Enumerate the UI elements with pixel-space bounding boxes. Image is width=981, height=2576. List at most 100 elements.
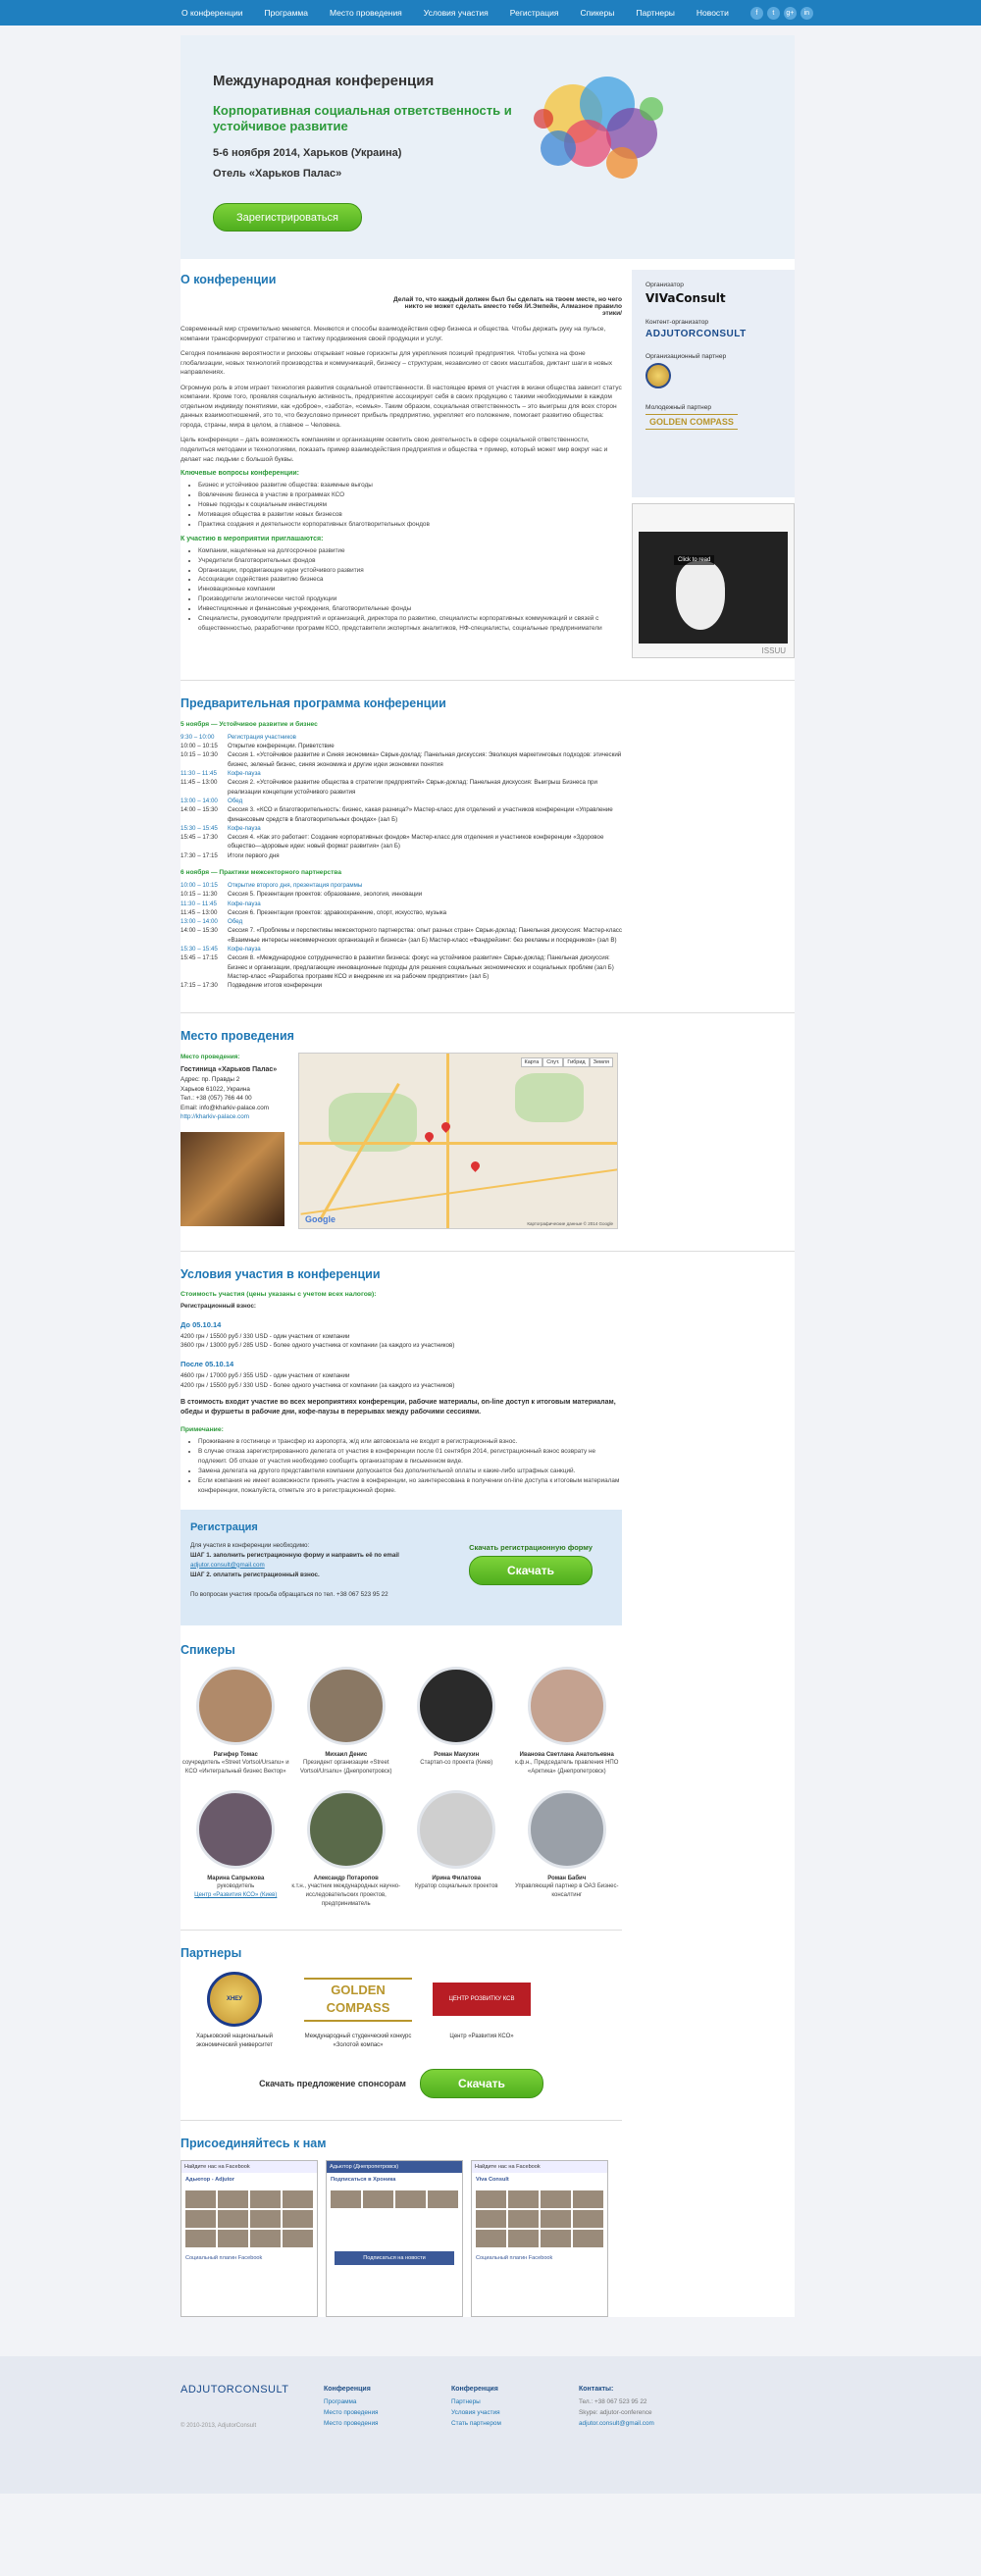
nav-registration[interactable]: Регистрация [510, 8, 559, 18]
nav-venue[interactable]: Место проведения [330, 8, 402, 18]
nav-news[interactable]: Новости [697, 8, 729, 18]
university-medal-logo[interactable] [645, 363, 671, 388]
google-map[interactable]: Карта Спут. Гибрид Земля Google Картогра… [298, 1052, 618, 1229]
program-time: 15:45 – 17:15 [181, 954, 218, 962]
program-time: 17:30 – 17:15 [181, 851, 218, 859]
nav-program[interactable]: Программа [264, 8, 308, 18]
issuu-embed[interactable]: Click to read ISSUU [632, 503, 795, 658]
map-pin-icon[interactable] [439, 1119, 452, 1133]
partner-item[interactable]: GOLDEN COMPASS Международный студенчески… [304, 1970, 412, 2049]
program-description: Сессия 3. «КСО и благотворительность: би… [228, 806, 613, 823]
footer-link[interactable]: Партнеры [451, 2397, 579, 2408]
venue-title: Место проведения [181, 1028, 294, 1043]
footer-col-title: Контакты: [579, 2386, 614, 2394]
register-button[interactable]: Зарегистрироваться [213, 203, 362, 232]
facebook-icon[interactable]: f [749, 6, 763, 20]
registration-line: Для участия в конференции необходимо: [190, 1541, 310, 1549]
google-plus-icon[interactable]: g+ [783, 6, 797, 20]
nav-partners[interactable]: Партнеры [636, 8, 675, 18]
click-to-read-label[interactable]: Click to read [674, 555, 715, 565]
nav-about[interactable]: О конференции [181, 8, 242, 18]
program-row: 10:00 – 10:15 Открытие конференции. Приве… [181, 742, 622, 750]
footer-link[interactable]: Условия участия [451, 2408, 579, 2419]
map-type-button[interactable]: Гибрид [563, 1056, 590, 1067]
footer-link[interactable]: Программа [324, 2397, 451, 2408]
map-type-button[interactable]: Карта [520, 1056, 543, 1067]
linkedin-icon[interactable]: in [800, 6, 813, 20]
speaker-photo [417, 1666, 496, 1745]
sponsor-text: Скачать предложение спонсорам [259, 2079, 406, 2089]
list-item: Производители экологически чистой продук… [198, 594, 622, 604]
footer-email-link[interactable]: adjutor.consult@gmail.com [579, 2419, 706, 2430]
venue-site-link[interactable]: http://kharkiv-palace.com [181, 1112, 284, 1121]
registration-email-link[interactable]: adjutor.consult@gmail.com [190, 1562, 265, 1569]
registration-step1: ШАГ 1. заполнить регистрационную форму и… [190, 1551, 399, 1559]
speaker-role: к.т.н., участник международных научно-ис… [291, 1883, 401, 1907]
fans-grid [181, 2187, 317, 2251]
speaker-photo [306, 1789, 386, 1869]
map-type-button[interactable]: Спут. [542, 1056, 564, 1067]
footer-link[interactable]: Место проведения [324, 2408, 451, 2419]
download-form-button[interactable]: Скачать [469, 1555, 593, 1585]
golden-compass-logo[interactable]: GOLDEN COMPASS [645, 414, 738, 430]
hero-date: 5-6 ноября 2014, Харьков (Украина) [213, 146, 402, 159]
speaker-photo [196, 1789, 276, 1869]
widget-footer[interactable]: Подписаться на новости [335, 2251, 454, 2266]
facebook-widget[interactable]: Найдите нас на Facebook Адьютор - Adjuto… [181, 2160, 318, 2318]
program-description: Подведение итогов конференции [228, 982, 323, 990]
list-item: Если компания не имеет возможности приня… [198, 1476, 622, 1496]
program-time: 13:00 – 14:00 [181, 918, 218, 926]
facebook-widget[interactable]: Найдите нас на Facebook Viva Consult Соц… [471, 2160, 608, 2318]
issuu-logo: ISSUU [761, 646, 786, 655]
fans-grid [472, 2187, 607, 2251]
map-pin-icon[interactable] [469, 1159, 482, 1172]
program-title: Предварительная программа конференции [181, 696, 446, 710]
nav-conditions[interactable]: Условия участия [424, 8, 489, 18]
program-time: 10:15 – 10:30 [181, 751, 218, 759]
venue-name: Гостиница «Харьков Палас» [181, 1065, 278, 1073]
adjutorconsult-logo[interactable]: ADJUTORCONSULT [645, 329, 781, 339]
footer-link[interactable]: Стать партнером [451, 2419, 579, 2430]
list-item: Специалисты, руководители предприятий и … [198, 614, 622, 634]
download-sponsor-button[interactable]: Скачать [419, 2069, 543, 2099]
about-paragraph: Современный мир стремительно меняется. М… [181, 326, 606, 342]
map-type-button[interactable]: Земля [589, 1056, 613, 1067]
speaker-name: Иванова Светлана Анатольевна [519, 1751, 614, 1758]
program-time: 10:00 – 10:15 [181, 743, 218, 750]
map-pin-icon[interactable] [423, 1129, 436, 1143]
university-logo: ХНЕУ [207, 1972, 262, 2028]
map-type-switcher: Карта Спут. Гибрид Земля [520, 1056, 613, 1067]
organizer-label: Организатор [645, 282, 684, 288]
speaker-name: Марина Сапрыкова [207, 1875, 265, 1881]
org-partner-label: Организационный партнер [645, 353, 727, 360]
content-organizer-label: Контент-организатор [645, 319, 709, 326]
widget-page-name[interactable]: Viva Consult [472, 2173, 607, 2187]
list-item: Замена делегата на другого представителя… [198, 1467, 622, 1476]
program-time: 15:45 – 17:30 [181, 834, 218, 842]
partner-item[interactable]: ЦЕНТР РОЗВИТКУ КСВ Центр «Развития КСО» [428, 1970, 536, 2040]
nav-speakers[interactable]: Спикеры [581, 8, 615, 18]
vivaconsult-logo[interactable]: VIVaConsult [645, 291, 781, 305]
program-description: Регистрация участников [228, 733, 296, 741]
partners-list: ХНЕУ Харьковский национальный экономичес… [181, 1970, 622, 2049]
program-time: 11:30 – 11:45 [181, 770, 217, 778]
facebook-widget[interactable]: Адьютор (Днепропетровск) Подписаться в Х… [326, 2160, 463, 2318]
program-row: 15:30 – 15:45 Кофе-пауза [181, 824, 622, 833]
footer-logo[interactable]: ADJUTORCONSULT [181, 2384, 324, 2396]
widget-page-name[interactable]: Адьютор - Adjutor [181, 2173, 317, 2187]
partner-name: Центр «Развития КСО» [449, 2034, 514, 2040]
footer-col-title: Конференция [451, 2386, 498, 2394]
widget-page-name[interactable]: Подписаться в Хроника [327, 2173, 462, 2187]
program-description: Кофе-пауза [228, 946, 261, 953]
program-description: Открытие второго дня, презентация програ… [228, 881, 363, 889]
footer-copyright: © 2010-2013, AdjutorConsult [181, 2423, 257, 2430]
after-date-label: После 05.10.14 [181, 1360, 234, 1369]
speaker-card: Ирина Филатова Куратор социальных проекто… [401, 1789, 512, 1909]
partner-item[interactable]: ХНЕУ Харьковский национальный экономичес… [181, 1970, 288, 2049]
hero-banner: Международная конференция Корпоративная … [181, 35, 795, 259]
speaker-org-link[interactable]: Центр «Развития КСО» (Киев) [194, 1892, 277, 1898]
speaker-card: Марина Сапрыкова руководитель Центр «Разви… [181, 1789, 291, 1909]
footer-link[interactable]: Место проведения [324, 2419, 451, 2430]
speaker-name: Рагнфер Томас [213, 1751, 258, 1758]
twitter-icon[interactable]: t [766, 6, 780, 20]
